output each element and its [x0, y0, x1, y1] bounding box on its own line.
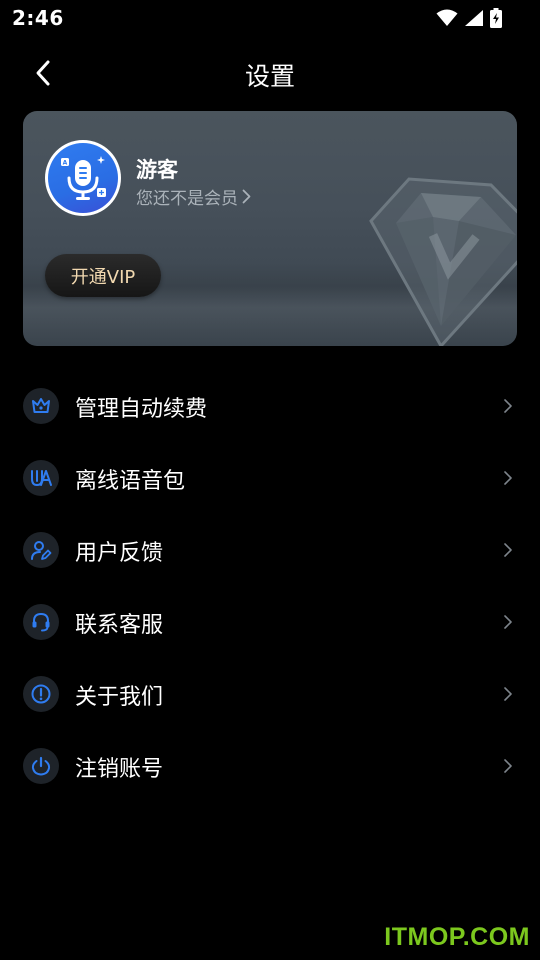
header-bar: 设置 — [0, 40, 540, 108]
info-exclamation-icon — [31, 684, 51, 704]
watermark: ITMOP.COM — [384, 923, 530, 951]
menu-icon-container — [23, 388, 59, 424]
crown-icon — [32, 398, 50, 413]
menu-item-delete-account[interactable]: 注销账号 — [0, 730, 540, 802]
menu-item-label: 联系客服 — [75, 613, 164, 638]
microphone-icon: A — [61, 156, 106, 200]
chevron-right-icon — [504, 399, 512, 413]
menu-item-label: 用户反馈 — [75, 541, 164, 566]
menu-icon-container — [23, 748, 59, 784]
status-time: 2:46 — [12, 6, 64, 30]
profile-card: A 游客 您还不是会员 开通VIP — [23, 111, 517, 346]
menu-icon-container — [23, 604, 59, 640]
diamond-logo-icon — [369, 177, 517, 346]
user-edit-icon — [31, 541, 52, 560]
page-title: 设置 — [244, 62, 295, 91]
open-vip-button[interactable]: 开通VIP — [45, 254, 161, 297]
menu-item-label: 离线语音包 — [75, 469, 186, 494]
signal-icon — [465, 10, 483, 26]
menu-item-about-us[interactable]: 关于我们 — [0, 658, 540, 730]
chevron-right-icon — [504, 615, 512, 629]
avatar[interactable]: A — [45, 140, 121, 216]
status-bar: 2:46 — [0, 0, 540, 36]
member-status-text: 您还不是会员 — [136, 189, 238, 209]
menu-icon-container — [23, 460, 59, 496]
chevron-right-icon — [504, 687, 512, 701]
power-icon — [31, 756, 51, 776]
voice-pack-icon — [31, 470, 52, 487]
menu-icon-container — [23, 676, 59, 712]
menu-item-auto-renew[interactable]: 管理自动续费 — [0, 370, 540, 442]
chevron-right-icon — [242, 189, 251, 204]
settings-screen: 2:46 设置 A 游客 您还不是会员 开通VIP 管理自动续费 离线语音包 用… — [0, 0, 540, 960]
svg-text:A: A — [63, 160, 68, 167]
wifi-icon — [436, 9, 458, 26]
menu-item-label: 注销账号 — [75, 757, 164, 782]
menu-item-feedback[interactable]: 用户反馈 — [0, 514, 540, 586]
chevron-right-icon — [504, 543, 512, 557]
menu-item-label: 管理自动续费 — [75, 397, 208, 422]
user-name: 游客 — [136, 158, 178, 182]
chevron-right-icon — [504, 471, 512, 485]
menu-item-offline-voice-pack[interactable]: 离线语音包 — [0, 442, 540, 514]
battery-charging-icon — [490, 8, 502, 28]
headset-icon — [32, 612, 50, 632]
menu-icon-container — [23, 532, 59, 568]
member-status-link[interactable]: 您还不是会员 — [136, 184, 251, 209]
avatar-badge: A — [48, 143, 118, 213]
menu-item-customer-service[interactable]: 联系客服 — [0, 586, 540, 658]
menu-item-label: 关于我们 — [75, 685, 164, 710]
settings-menu: 管理自动续费 离线语音包 用户反馈 联系客服 关于我们 注销账号 — [0, 370, 540, 802]
chevron-right-icon — [504, 759, 512, 773]
status-icons — [436, 7, 502, 29]
